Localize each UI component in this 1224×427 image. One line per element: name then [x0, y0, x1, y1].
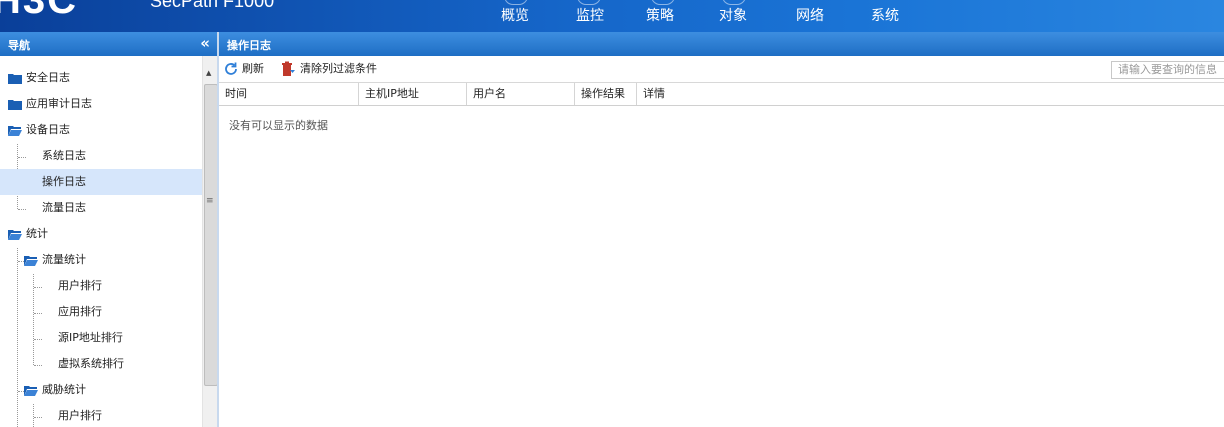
- folder-open-icon: [8, 229, 22, 240]
- tree-line: [34, 313, 42, 314]
- tree-item-label: 用户排行: [58, 409, 102, 422]
- tree-line: [34, 365, 42, 366]
- tree-item-user-ranking[interactable]: 用户排行: [58, 273, 102, 299]
- tree-line: [34, 287, 42, 288]
- panel-title: 操作日志: [227, 39, 271, 52]
- search-input[interactable]: 请输入要查询的信息: [1111, 61, 1224, 79]
- menu-overview[interactable]: 概览: [501, 5, 529, 25]
- table-header: 时间 主机IP地址 用户名 操作结果 详情: [219, 83, 1224, 106]
- column-header-username[interactable]: 用户名: [467, 83, 575, 105]
- scrollbar-thumb[interactable]: [204, 84, 218, 386]
- tree-line: [18, 209, 26, 210]
- tree-item-security-log[interactable]: 安全日志: [8, 65, 70, 91]
- empty-state-text: 没有可以显示的数据: [229, 119, 328, 132]
- tree-item-label: 虚拟系统排行: [58, 357, 124, 370]
- tree-item-app-audit-log[interactable]: 应用审计日志: [8, 91, 92, 117]
- refresh-label: 刷新: [242, 62, 264, 75]
- tree-item-label: 流量日志: [42, 201, 86, 214]
- scroll-up-arrow-icon[interactable]: ▲: [206, 69, 211, 77]
- product-name: SecPath F1000: [150, 0, 275, 11]
- column-header-result[interactable]: 操作结果: [575, 83, 637, 105]
- tree-item-label: 应用审计日志: [26, 97, 92, 110]
- tree-item-label: 流量统计: [42, 253, 86, 266]
- tree-item-source-ip-ranking[interactable]: 源IP地址排行: [58, 325, 123, 351]
- tree-line: [34, 339, 42, 340]
- tree-item-traffic-log[interactable]: 流量日志: [42, 195, 86, 221]
- double-chevron-left-icon[interactable]: «: [200, 34, 210, 52]
- tree-item-label: 操作日志: [42, 175, 86, 188]
- toolbar: 刷新 清除列过滤条件 请输入要查询的信息: [219, 56, 1224, 83]
- tree-item-label: 统计: [26, 227, 48, 240]
- tree-item-label: 安全日志: [26, 71, 70, 84]
- column-header-time[interactable]: 时间: [219, 83, 359, 105]
- column-header-host-ip[interactable]: 主机IP地址: [359, 83, 467, 105]
- scroll-grip-icon: ≡: [206, 196, 214, 206]
- column-header-details[interactable]: 详情: [637, 83, 1224, 105]
- tree-line: [17, 248, 18, 427]
- refresh-button[interactable]: 刷新: [223, 61, 264, 77]
- refresh-icon: [225, 62, 237, 75]
- top-banner: H3C SecPath F1000 概览 监控 策略 对象 网络 系统: [0, 0, 1224, 32]
- tree-item-traffic-statistics[interactable]: 流量统计: [24, 247, 86, 273]
- tree-item-device-log[interactable]: 设备日志: [8, 117, 70, 143]
- tree-item-label: 应用排行: [58, 305, 102, 318]
- nav-tree: 安全日志 应用审计日志 设备日志 系统日志 操作日志 流量日志 统计 流量统计 …: [0, 56, 202, 427]
- menu-policy[interactable]: 策略: [646, 5, 674, 25]
- tree-item-label: 用户排行: [58, 279, 102, 292]
- folder-open-icon: [24, 385, 38, 396]
- tree-item-threat-user-ranking[interactable]: 用户排行: [58, 403, 102, 427]
- clear-filter-button[interactable]: 清除列过滤条件: [280, 61, 377, 77]
- folder-open-icon: [8, 125, 22, 136]
- tree-line: [34, 417, 42, 418]
- tree-line: [18, 157, 26, 158]
- sidebar-scrollbar[interactable]: ▲ ≡: [202, 56, 218, 427]
- tree-item-label: 源IP地址排行: [58, 331, 123, 344]
- tree-item-label: 设备日志: [26, 123, 70, 136]
- nav-title: 导航: [8, 39, 30, 52]
- tree-line: [33, 404, 34, 427]
- menu-monitor[interactable]: 监控: [576, 5, 604, 25]
- tree-item-statistics[interactable]: 统计: [8, 221, 48, 247]
- tree-item-operation-log[interactable]: 操作日志: [0, 169, 202, 195]
- menu-object[interactable]: 对象: [719, 5, 747, 25]
- tree-item-label: 系统日志: [42, 149, 86, 162]
- menu-network[interactable]: 网络: [796, 5, 824, 25]
- nav-header: 导航 «: [0, 32, 217, 56]
- brand-logo: H3C: [0, 0, 79, 22]
- clear-filter-label: 清除列过滤条件: [300, 62, 377, 75]
- menu-system[interactable]: 系统: [871, 5, 899, 25]
- panel-header: 操作日志: [219, 32, 1224, 56]
- tree-item-app-ranking[interactable]: 应用排行: [58, 299, 102, 325]
- folder-icon: [8, 99, 22, 110]
- tree-item-threat-statistics[interactable]: 威胁统计: [24, 377, 86, 403]
- clear-filter-icon: [282, 61, 295, 76]
- tree-item-vsys-ranking[interactable]: 虚拟系统排行: [58, 351, 124, 377]
- folder-icon: [8, 73, 22, 84]
- folder-open-icon: [24, 255, 38, 266]
- tree-item-label: 威胁统计: [42, 383, 86, 396]
- tree-item-system-log[interactable]: 系统日志: [42, 143, 86, 169]
